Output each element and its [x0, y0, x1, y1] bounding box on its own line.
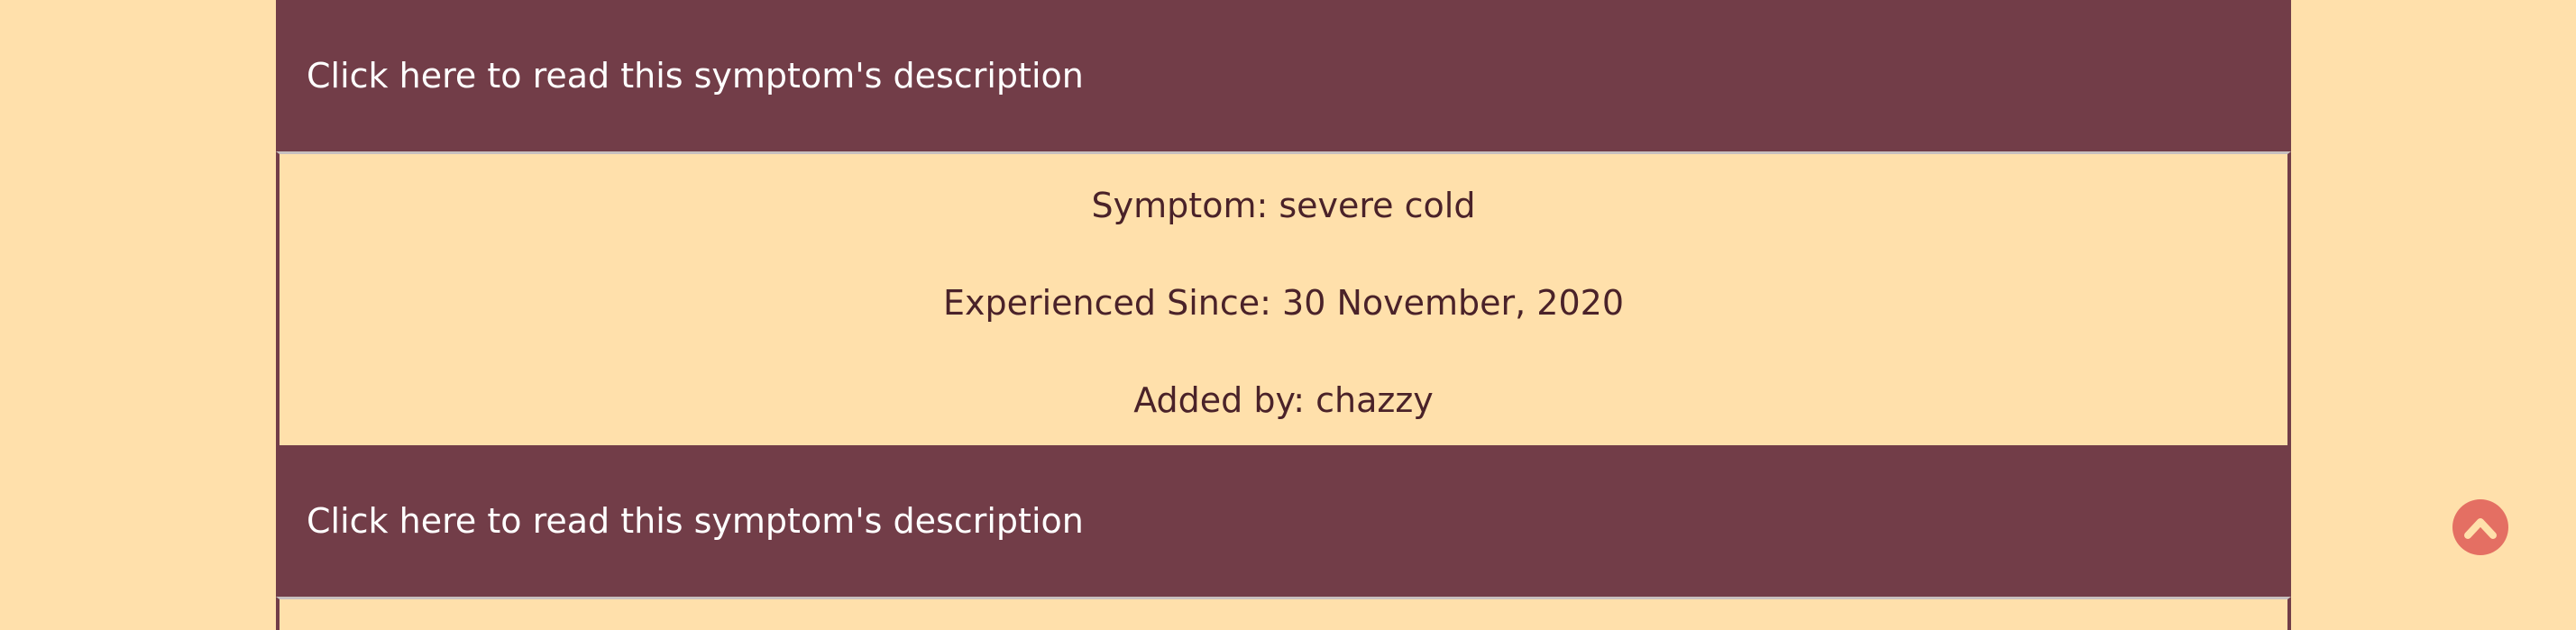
- experienced-since: Experienced Since: 30 November, 2020: [942, 283, 1624, 323]
- symptom-description-toggle[interactable]: Click here to read this symptom's descri…: [276, 445, 2291, 597]
- symptom-details-panel: Symptom: severe cold Experienced Since: …: [276, 151, 2291, 445]
- chevron-up-icon: [2464, 518, 2497, 539]
- scroll-to-top-button[interactable]: [2452, 499, 2508, 555]
- added-by: Added by: chazzy: [1133, 380, 1434, 420]
- toggle-label: Click here to read this symptom's descri…: [307, 56, 1084, 96]
- toggle-label: Click here to read this symptom's descri…: [307, 501, 1084, 541]
- symptom-description-toggle[interactable]: Click here to read this symptom's descri…: [276, 0, 2291, 151]
- symptom-name: Symptom: severe cold: [1091, 186, 1476, 225]
- symptom-details-panel: [276, 597, 2291, 630]
- symptom-list: Click here to read this symptom's descri…: [276, 0, 2291, 630]
